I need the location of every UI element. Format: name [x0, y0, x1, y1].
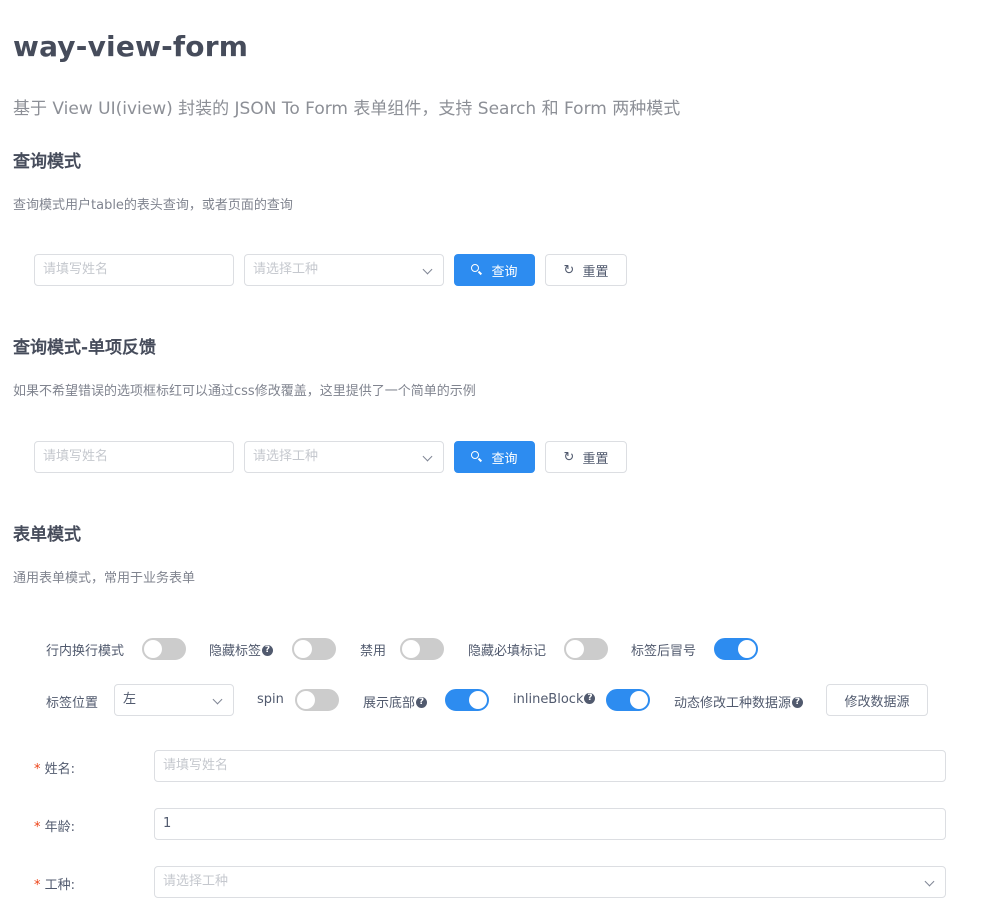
field-label-text: 年龄:	[44, 820, 76, 835]
section-desc-single-feedback: 如果不希望错误的选项框标红可以通过css修改覆盖，这里提供了一个简单的示例	[13, 384, 476, 399]
inline-wrap-switch[interactable]	[142, 638, 186, 660]
option-label-disabled: 禁用	[360, 644, 387, 659]
option-label-text: inlineBlock	[513, 692, 584, 707]
job-select-2[interactable]: 请选择工种	[244, 441, 444, 473]
search-icon	[471, 451, 483, 463]
option-label-text: 隐藏标签	[209, 644, 262, 659]
hide-required-switch[interactable]	[564, 638, 608, 660]
disabled-switch[interactable]	[400, 638, 444, 660]
required-mark: *	[34, 762, 41, 777]
switch-knob	[294, 640, 312, 658]
help-icon[interactable]: ?	[262, 645, 274, 656]
option-label-inline-wrap: 行内换行模式	[46, 644, 125, 659]
option-label-dynamic-source: 动态修改工种数据源?	[674, 692, 804, 711]
job-field-select[interactable]: 请选择工种	[154, 866, 946, 898]
show-footer-switch[interactable]	[445, 689, 489, 711]
name-search-input[interactable]: 请填写姓名	[34, 254, 234, 286]
job-select[interactable]: 请选择工种	[244, 254, 444, 286]
search-button-2[interactable]: 查询	[454, 441, 535, 473]
option-label-hide-required: 隐藏必填标记	[468, 644, 547, 659]
inline-block-switch[interactable]	[606, 689, 650, 711]
reset-button-label: 重置	[582, 451, 609, 467]
switch-knob	[469, 691, 487, 709]
help-icon[interactable]: ?	[416, 697, 428, 708]
label-position-select[interactable]: 左	[114, 684, 234, 716]
colon-switch[interactable]	[714, 638, 758, 660]
age-field[interactable]: 1	[154, 808, 946, 840]
job-field-placeholder: 请选择工种	[163, 874, 229, 889]
job-select-placeholder: 请选择工种	[253, 449, 319, 464]
name-search-input-2[interactable]: 请填写姓名	[34, 441, 234, 473]
search-button-label: 查询	[491, 451, 518, 467]
option-label-spin: spin	[257, 692, 284, 707]
name-field[interactable]: 请填写姓名	[154, 750, 946, 782]
section-desc-search: 查询模式用户table的表头查询，或者页面的查询	[13, 198, 293, 213]
option-label-show-footer: 展示底部?	[363, 692, 428, 711]
hide-label-switch[interactable]	[292, 638, 336, 660]
section-heading-single-feedback: 查询模式-单项反馈	[13, 338, 157, 358]
job-field-label: * 工种:	[34, 874, 75, 893]
section-desc-form: 通用表单模式，常用于业务表单	[13, 571, 196, 586]
reset-button-2[interactable]: ↻ 重置	[545, 441, 627, 473]
section-heading-form: 表单模式	[13, 525, 81, 545]
required-mark: *	[34, 878, 41, 893]
search-icon	[471, 264, 483, 276]
search-button-label: 查询	[491, 264, 518, 280]
refresh-icon: ↻	[563, 449, 575, 465]
switch-knob	[738, 640, 756, 658]
field-label-text: 姓名:	[44, 762, 76, 777]
refresh-icon: ↻	[563, 262, 575, 278]
switch-knob	[630, 691, 648, 709]
page-title: way-view-form	[13, 30, 249, 63]
option-label-hide-label: 隐藏标签?	[209, 640, 274, 659]
spin-switch[interactable]	[295, 689, 339, 711]
section-heading-search: 查询模式	[13, 152, 81, 172]
reset-button[interactable]: ↻ 重置	[545, 254, 627, 286]
modify-source-button-label: 修改数据源	[844, 694, 910, 710]
age-field-label: * 年龄:	[34, 816, 75, 835]
option-label-inline-block: inlineBlock?	[513, 692, 596, 707]
option-label-colon: 标签后冒号	[631, 644, 697, 659]
search-button[interactable]: 查询	[454, 254, 535, 286]
chevron-down-icon	[422, 451, 433, 462]
option-label-text: 动态修改工种数据源	[674, 696, 792, 711]
page-subtitle: 基于 View UI(iview) 封装的 JSON To Form 表单组件，…	[13, 99, 681, 119]
switch-knob	[402, 640, 420, 658]
field-label-text: 工种:	[44, 878, 76, 893]
option-label-label-position: 标签位置	[46, 696, 99, 711]
chevron-down-icon	[212, 694, 223, 705]
job-select-placeholder: 请选择工种	[253, 262, 319, 277]
help-icon[interactable]: ?	[584, 693, 596, 704]
chevron-down-icon	[924, 876, 935, 887]
option-label-text: 展示底部	[363, 696, 416, 711]
name-field-label: * 姓名:	[34, 758, 75, 777]
modify-source-button[interactable]: 修改数据源	[826, 684, 928, 716]
help-icon[interactable]: ?	[792, 697, 804, 708]
required-mark: *	[34, 820, 41, 835]
switch-knob	[297, 691, 315, 709]
switch-knob	[566, 640, 584, 658]
label-position-value: 左	[123, 692, 137, 707]
reset-button-label: 重置	[582, 264, 609, 280]
chevron-down-icon	[422, 264, 433, 275]
switch-knob	[144, 640, 162, 658]
